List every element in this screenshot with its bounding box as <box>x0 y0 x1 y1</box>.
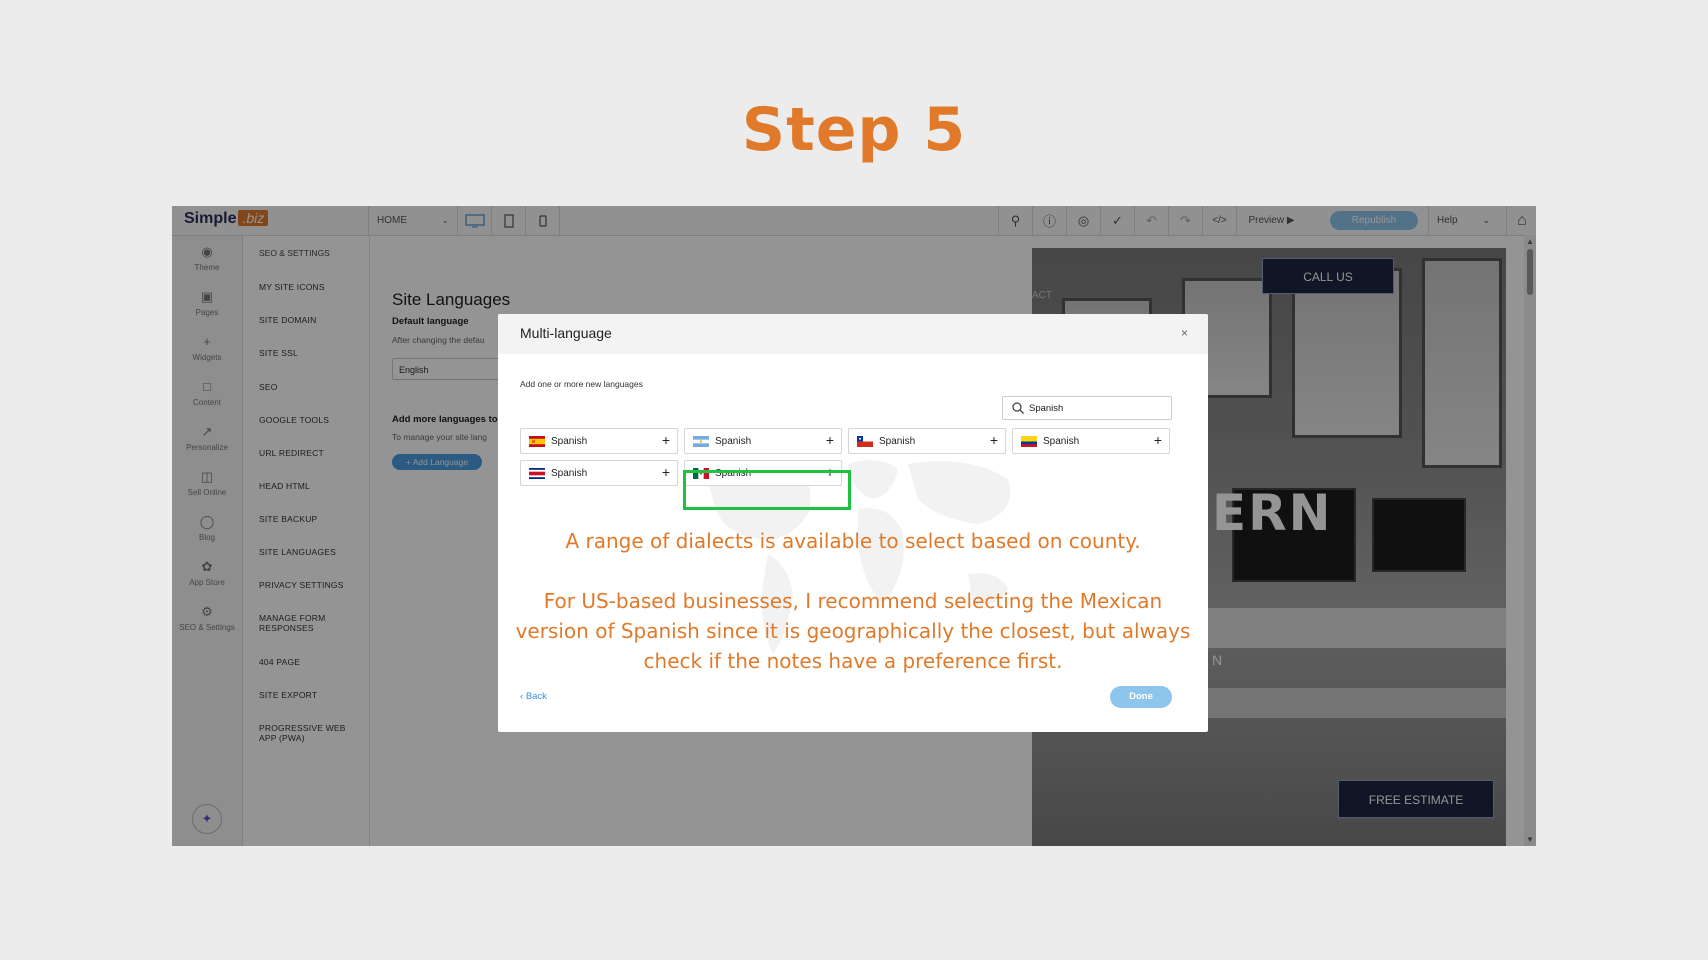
add-icon[interactable]: + <box>662 432 670 448</box>
add-icon[interactable]: + <box>662 464 670 480</box>
annotation-text: For US-based businesses, I recommend sel… <box>543 589 1163 613</box>
language-search[interactable] <box>1002 396 1172 420</box>
search-input[interactable] <box>1029 400 1159 416</box>
annotation-text: version of Spanish since it is geographi… <box>515 619 1191 643</box>
mexico-highlight-box <box>683 470 851 510</box>
spain-flag-icon <box>529 436 545 447</box>
annotation-text: check if the notes have a preference fir… <box>643 649 1063 673</box>
chile-flag-icon <box>857 436 873 447</box>
dialog-header: Multi-language × <box>498 314 1208 354</box>
language-option-argentina[interactable]: Spanish + <box>684 428 842 454</box>
annotation-text: A range of dialects is available to sele… <box>565 529 1141 553</box>
dialog-subtitle: Add one or more new languages <box>520 379 643 389</box>
costa-rica-flag-icon <box>529 468 545 479</box>
page-title: Step 5 <box>741 95 967 165</box>
dialog-title: Multi-language <box>520 325 612 341</box>
close-icon[interactable]: × <box>1181 326 1188 340</box>
colombia-flag-icon <box>1021 436 1037 447</box>
language-option-chile[interactable]: Spanish + <box>848 428 1006 454</box>
language-option-colombia[interactable]: Spanish + <box>1012 428 1170 454</box>
add-icon[interactable]: + <box>826 432 834 448</box>
app-screenshot: Simple .biz HOME ⌄ ⚲ ⓘ ◎ ✓ ↶ ↷ </> Preview… <box>172 206 1536 846</box>
done-button[interactable]: Done <box>1110 686 1172 708</box>
argentina-flag-icon <box>693 436 709 447</box>
multi-language-dialog: Multi-language × Add one or more new lan… <box>498 314 1208 732</box>
language-option-spain[interactable]: Spanish + <box>520 428 678 454</box>
add-icon[interactable]: + <box>1154 432 1162 448</box>
add-icon[interactable]: + <box>990 432 998 448</box>
back-link[interactable]: ‹ Back <box>520 691 547 702</box>
search-icon <box>1012 402 1024 414</box>
language-option-costa-rica[interactable]: Spanish + <box>520 460 678 486</box>
